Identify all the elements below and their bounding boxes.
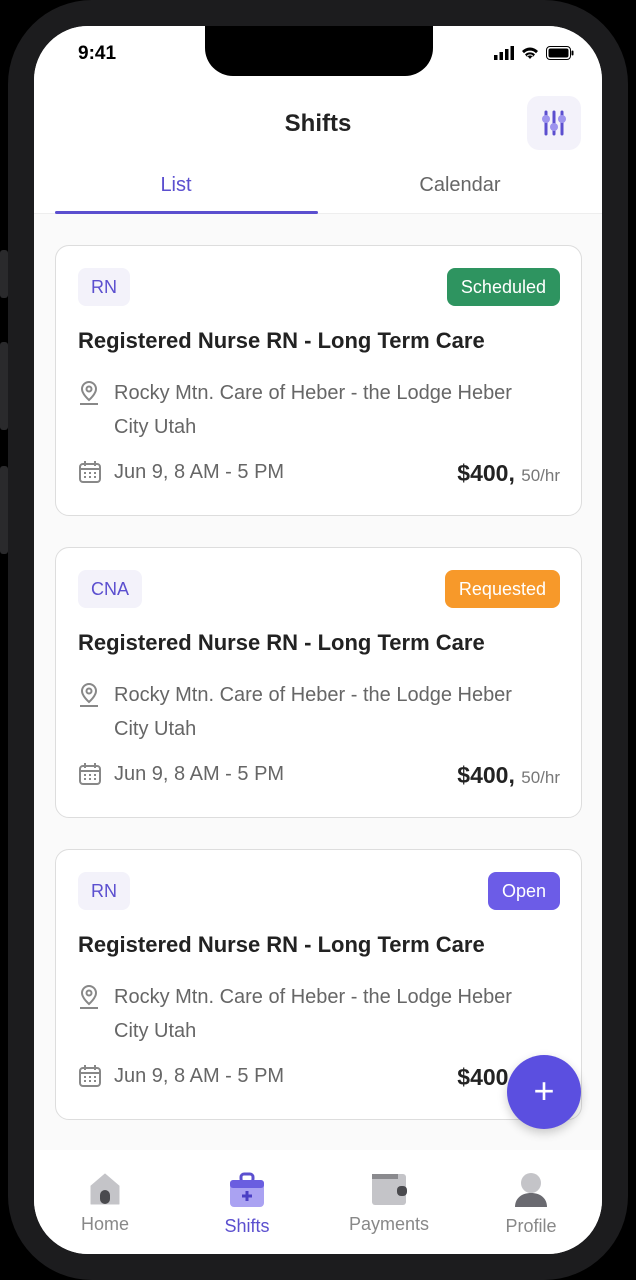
header: Shifts List Calendar	[34, 86, 602, 214]
tab-list[interactable]: List	[34, 174, 318, 214]
nav-home[interactable]: Home	[34, 1150, 176, 1254]
bottom-nav: Home Shifts Payments Profile	[34, 1150, 602, 1254]
price-rate: 50/hr	[521, 768, 560, 787]
nav-payments[interactable]: Payments	[318, 1150, 460, 1254]
shift-date: Jun 9, 8 AM - 5 PM	[114, 762, 285, 785]
location-pin-icon	[80, 682, 98, 707]
shift-price: $400, 50/hr	[457, 762, 560, 789]
role-tag: CNA	[78, 570, 143, 608]
shift-location: Rocky Mtn. Care of Heber - the Lodge Heb…	[114, 986, 512, 1042]
price-total: $400,	[457, 762, 515, 788]
nav-shifts[interactable]: Shifts	[176, 1150, 318, 1254]
status-badge: Open	[487, 872, 560, 910]
shift-title: Registered Nurse RN - Long Term Care	[78, 932, 485, 957]
battery-icon	[546, 46, 574, 60]
location-pin-icon	[80, 984, 98, 1009]
shift-date: Jun 9, 8 AM - 5 PM	[114, 460, 285, 483]
home-icon	[90, 1173, 120, 1205]
filter-button[interactable]	[527, 96, 581, 150]
volume-down-button	[0, 466, 8, 554]
shift-card[interactable]: CNA Requested Registered Nurse RN - Long…	[55, 547, 582, 818]
status-badge: Scheduled	[446, 268, 560, 306]
status-badge: Requested	[444, 570, 560, 608]
nav-label: Home	[80, 1214, 129, 1234]
tab-label: Calendar	[419, 174, 501, 196]
role-tag: RN	[78, 268, 130, 306]
shift-title: Registered Nurse RN - Long Term Care	[78, 630, 485, 655]
shift-location: Rocky Mtn. Care of Heber - the Lodge Heb…	[114, 382, 512, 438]
price-rate: 50/hr	[521, 466, 560, 485]
page-title: Shifts	[284, 110, 352, 137]
shift-card[interactable]: RN Open Registered Nurse RN - Long Term …	[55, 849, 582, 1120]
shift-price: $400, 50/hr	[457, 460, 560, 487]
shift-title: Registered Nurse RN - Long Term Care	[78, 328, 485, 353]
tab-label: List	[160, 174, 192, 196]
price-total: $400,	[457, 460, 515, 486]
location-pin-icon	[80, 380, 98, 405]
shift-location: Rocky Mtn. Care of Heber - the Lodge Heb…	[114, 684, 512, 740]
wallet-icon	[372, 1174, 407, 1205]
user-icon	[515, 1173, 547, 1207]
nav-label: Payments	[348, 1214, 430, 1234]
nav-label: Shifts	[224, 1216, 270, 1236]
tab-calendar[interactable]: Calendar	[318, 174, 602, 214]
price-total: $400,	[457, 1064, 515, 1090]
volume-up-button	[0, 342, 8, 430]
screen: 9:41 Shifts List Calendar RN Scheduled R…	[34, 26, 602, 1254]
sliders-icon	[542, 110, 566, 136]
calendar-icon	[79, 1065, 101, 1087]
nav-label: Profile	[505, 1216, 557, 1236]
mute-switch	[0, 250, 8, 298]
status-time: 9:41	[78, 43, 117, 64]
shift-card[interactable]: RN Scheduled Registered Nurse RN - Long …	[55, 245, 582, 516]
calendar-icon	[79, 461, 101, 483]
shift-date: Jun 9, 8 AM - 5 PM	[114, 1064, 285, 1087]
signal-icon	[494, 46, 514, 60]
nav-profile[interactable]: Profile	[460, 1150, 602, 1254]
add-shift-button[interactable]: +	[507, 1055, 581, 1129]
role-tag: RN	[78, 872, 130, 910]
notch	[205, 26, 433, 76]
calendar-icon	[79, 763, 101, 785]
wifi-icon	[522, 47, 538, 59]
medical-bag-icon	[230, 1172, 264, 1207]
